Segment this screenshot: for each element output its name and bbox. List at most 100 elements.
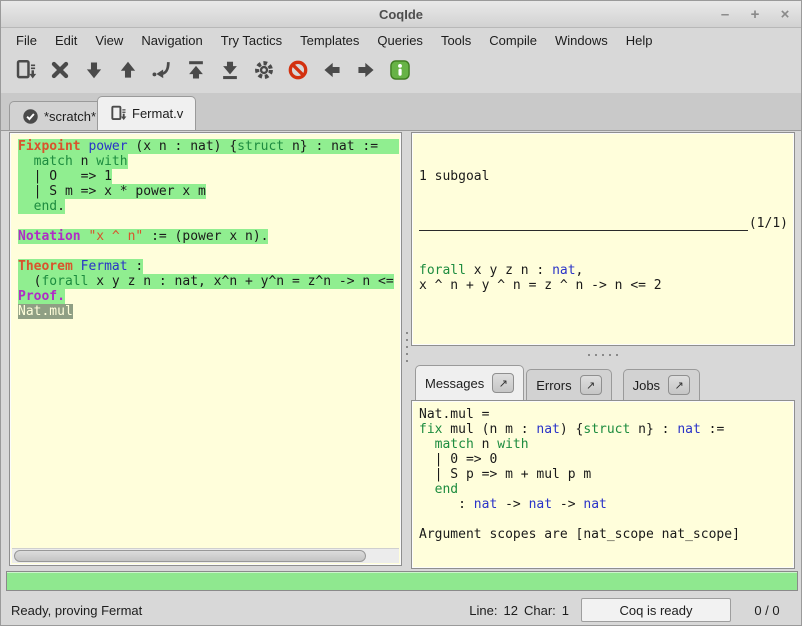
back-button[interactable] (319, 59, 345, 85)
tab-jobs[interactable]: Jobs ↗ (623, 369, 700, 400)
code-line: match n with (419, 437, 794, 452)
interrupt-icon (287, 59, 309, 86)
code-line: | 0 => 0 (419, 452, 794, 467)
gear-button[interactable] (251, 59, 277, 85)
code-line[interactable] (18, 214, 399, 229)
code-line[interactable]: Fixpoint power (x n : nat) {struct n} : … (18, 139, 399, 154)
code-line: | S p => m + mul p m (419, 467, 794, 482)
interrupt-button[interactable] (285, 59, 311, 85)
detach-arrow-icon: ↗ (674, 379, 683, 392)
sentence-counts: 0 / 0 (743, 603, 791, 618)
about-icon (389, 59, 411, 86)
detach-button[interactable]: ↗ (580, 375, 602, 395)
go-to-start-button[interactable] (183, 59, 209, 85)
progress-strip (6, 571, 798, 591)
detach-button[interactable]: ↗ (668, 375, 690, 395)
splitter-grip-icon (588, 354, 618, 356)
splitter-grip-icon (406, 332, 408, 366)
code-line[interactable]: end. (18, 199, 399, 214)
maximize-icon[interactable]: + (747, 6, 763, 23)
tab-messages[interactable]: Messages ↗ (415, 365, 524, 400)
code-line: forall x y z n : nat, (419, 263, 794, 278)
code-line[interactable] (18, 244, 399, 259)
back-icon (321, 59, 343, 86)
detach-button[interactable]: ↗ (492, 373, 514, 393)
code-line: x ^ n + y ^ n = z ^ n -> n <= 2 (419, 278, 794, 293)
save-button[interactable] (13, 59, 39, 85)
window-controls: – + × (717, 1, 793, 28)
menu-view[interactable]: View (86, 31, 132, 50)
line-value: 12 (504, 603, 518, 618)
go-up-button[interactable] (115, 59, 141, 85)
forward-button[interactable] (353, 59, 379, 85)
code-line: Nat.mul = (419, 407, 794, 422)
code-line[interactable]: | S m => x * power x m (18, 184, 399, 199)
goal-separator: (1/1) (419, 216, 788, 231)
save-page-icon (110, 105, 127, 122)
tab-scratch[interactable]: *scratch* (9, 101, 109, 130)
minimize-icon[interactable]: – (717, 6, 733, 23)
code-line: : nat -> nat -> nat (419, 497, 794, 512)
goto-cursor-button[interactable] (149, 59, 175, 85)
goto-cursor-icon (151, 59, 173, 86)
char-label: Char: (524, 603, 556, 618)
go-up-icon (117, 59, 139, 86)
about-button[interactable] (387, 59, 413, 85)
code-line[interactable]: Nat.mul (18, 304, 399, 319)
close-icon[interactable]: × (777, 6, 793, 23)
script-editor-content: Fixpoint power (x n : nat) {struct n} : … (12, 135, 399, 547)
menu-templates[interactable]: Templates (291, 31, 368, 50)
menu-queries[interactable]: Queries (368, 31, 432, 50)
tab-label: Jobs (633, 378, 660, 393)
code-line[interactable]: Notation "x ^ n" := (power x n). (18, 229, 399, 244)
messages-pane[interactable]: Nat.mul =fix mul (n m : nat) {struct n} … (411, 400, 795, 569)
coq-state-text: Coq is ready (620, 603, 693, 618)
code-line[interactable]: match n with (18, 154, 399, 169)
coq-state-box: Coq is ready (581, 598, 731, 622)
menu-navigation[interactable]: Navigation (132, 31, 211, 50)
go-to-start-icon (185, 59, 207, 86)
detach-arrow-icon: ↗ (499, 377, 508, 390)
messages-content: Nat.mul =fix mul (n m : nat) {struct n} … (412, 401, 794, 542)
go-down-button[interactable] (81, 59, 107, 85)
menu-help[interactable]: Help (617, 31, 662, 50)
document-tabstrip: *scratch* Fermat.v (1, 93, 801, 131)
menu-edit[interactable]: Edit (46, 31, 86, 50)
title-bar[interactable]: CoqIde – + × (1, 1, 801, 28)
forward-icon (355, 59, 377, 86)
tab-label: *scratch* (44, 109, 96, 124)
code-line: Argument scopes are [nat_scope nat_scope… (419, 527, 794, 542)
code-line[interactable]: | O => 1 (18, 169, 399, 184)
script-editor-pane[interactable]: Fixpoint power (x n : nat) {struct n} : … (9, 132, 402, 566)
horizontal-pane-splitter[interactable] (411, 346, 795, 363)
editor-horizontal-scrollbar[interactable] (12, 548, 399, 563)
code-line (419, 512, 794, 527)
menu-file[interactable]: File (7, 31, 46, 50)
goals-pane[interactable]: 1 subgoal (1/1) forall x y z n : nat,x ^… (411, 132, 795, 346)
save-icon (15, 59, 37, 86)
code-line: fix mul (n m : nat) {struct n} : nat := (419, 422, 794, 437)
tab-label: Fermat.v (132, 106, 183, 121)
tab-fermat-v[interactable]: Fermat.v (97, 96, 196, 130)
scrollbar-thumb[interactable] (14, 550, 366, 562)
status-bar: Ready, proving Fermat Line: 12 Char: 1 C… (1, 593, 801, 626)
stop-button[interactable] (47, 59, 73, 85)
code-line: end (419, 482, 794, 497)
detach-arrow-icon: ↗ (586, 379, 595, 392)
tab-label: Errors (536, 378, 571, 393)
code-line[interactable]: Proof. (18, 289, 399, 304)
goal-counter: (1/1) (748, 216, 788, 231)
menu-tools[interactable]: Tools (432, 31, 480, 50)
code-line[interactable]: (forall x y z n : nat, x^n + y^n = z^n -… (18, 274, 399, 289)
tab-errors[interactable]: Errors ↗ (526, 369, 611, 400)
menu-try-tactics[interactable]: Try Tactics (212, 31, 291, 50)
code-line[interactable]: Theorem Fermat : (18, 259, 399, 274)
tab-label: Messages (425, 376, 484, 391)
menu-compile[interactable]: Compile (480, 31, 546, 50)
status-right: Line: 12 Char: 1 Coq is ready 0 / 0 (469, 598, 791, 622)
menu-windows[interactable]: Windows (546, 31, 617, 50)
line-label: Line: (469, 603, 497, 618)
window-title: CoqIde (379, 7, 423, 22)
vertical-pane-splitter[interactable] (402, 132, 411, 566)
go-to-end-button[interactable] (217, 59, 243, 85)
